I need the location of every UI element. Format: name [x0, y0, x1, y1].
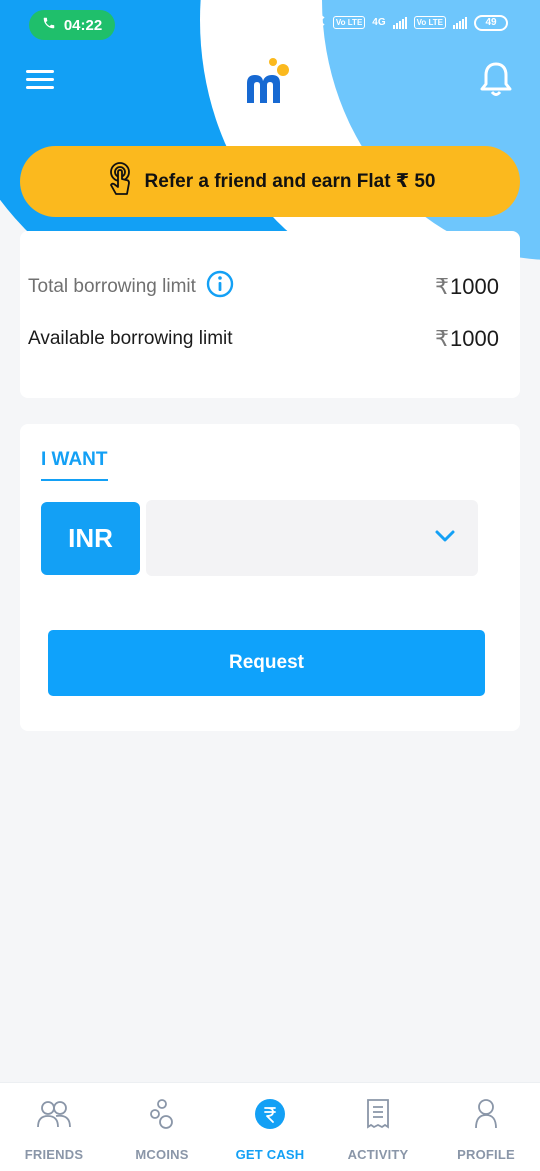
nav-friends[interactable]: FRIENDS [0, 1083, 108, 1171]
signal-icon [392, 16, 407, 29]
total-limit-label: Total borrowing limit [28, 276, 196, 297]
available-limit-value: ₹1000 [435, 326, 499, 351]
total-limit-value: ₹1000 [435, 274, 499, 299]
nav-profile[interactable]: PROFILE [432, 1083, 540, 1171]
coins-icon [147, 1097, 177, 1131]
nav-label-get-cash: GET CASH [235, 1147, 305, 1162]
volte-badge-2: Vo LTE [413, 16, 446, 29]
currency-label: INR [41, 502, 140, 575]
nav-label-mcoins: MCOINS [135, 1147, 189, 1162]
tab-i-want[interactable]: I WANT [41, 449, 108, 481]
volte-badge: Vo LTE [332, 16, 366, 29]
status-time: 04:22 [63, 16, 103, 34]
refer-banner-label: Refer a friend and earn Flat ₹ 50 [144, 171, 436, 192]
total-limit-row: Total borrowing limit ₹1000 [28, 270, 499, 304]
nav-label-friends: FRIENDS [24, 1147, 84, 1162]
request-button[interactable]: Request [48, 630, 485, 696]
amount-dropdown[interactable] [146, 500, 478, 576]
phone-icon [42, 16, 56, 34]
rupee-icon [254, 1097, 286, 1131]
signal-icon-2 [453, 16, 467, 29]
hamburger-menu-icon[interactable] [26, 70, 54, 92]
battery-indicator: 49 [474, 14, 508, 31]
tap-hand-icon [105, 161, 135, 202]
nav-mcoins[interactable]: MCOINS [108, 1083, 216, 1171]
nav-label-profile: PROFILE [457, 1147, 515, 1162]
available-limit-row: Available borrowing limit ₹1000 [28, 326, 499, 352]
rupee-symbol: ₹ [435, 326, 450, 351]
status-bar: 04:22 Vo LTE 4G Vo LTE 49 [0, 0, 540, 50]
friends-icon [36, 1097, 72, 1131]
available-limit-label: Available borrowing limit [28, 328, 233, 349]
profile-icon [473, 1097, 499, 1131]
bell-icon[interactable] [478, 60, 514, 98]
mpokket-logo-icon [242, 55, 294, 107]
nav-label-activity: ACTIVITY [347, 1147, 409, 1162]
chevron-down-icon [434, 528, 456, 549]
nav-activity[interactable]: ACTIVITY [324, 1083, 432, 1171]
ongoing-call-pill[interactable]: 04:22 [29, 10, 115, 40]
receipt-icon [365, 1097, 391, 1131]
network-type: 4G [372, 17, 386, 28]
nav-get-cash[interactable]: GET CASH [216, 1083, 324, 1171]
info-icon[interactable] [206, 270, 234, 304]
rupee-symbol: ₹ [435, 274, 450, 299]
bluetooth-icon [314, 13, 326, 31]
borrowing-limit-card [20, 231, 520, 398]
bottom-navigation: FRIENDS MCOINS GET CASH ACTIVITY PROFILE [0, 1082, 540, 1171]
refer-friend-banner[interactable]: Refer a friend and earn Flat ₹ 50 [20, 146, 520, 217]
